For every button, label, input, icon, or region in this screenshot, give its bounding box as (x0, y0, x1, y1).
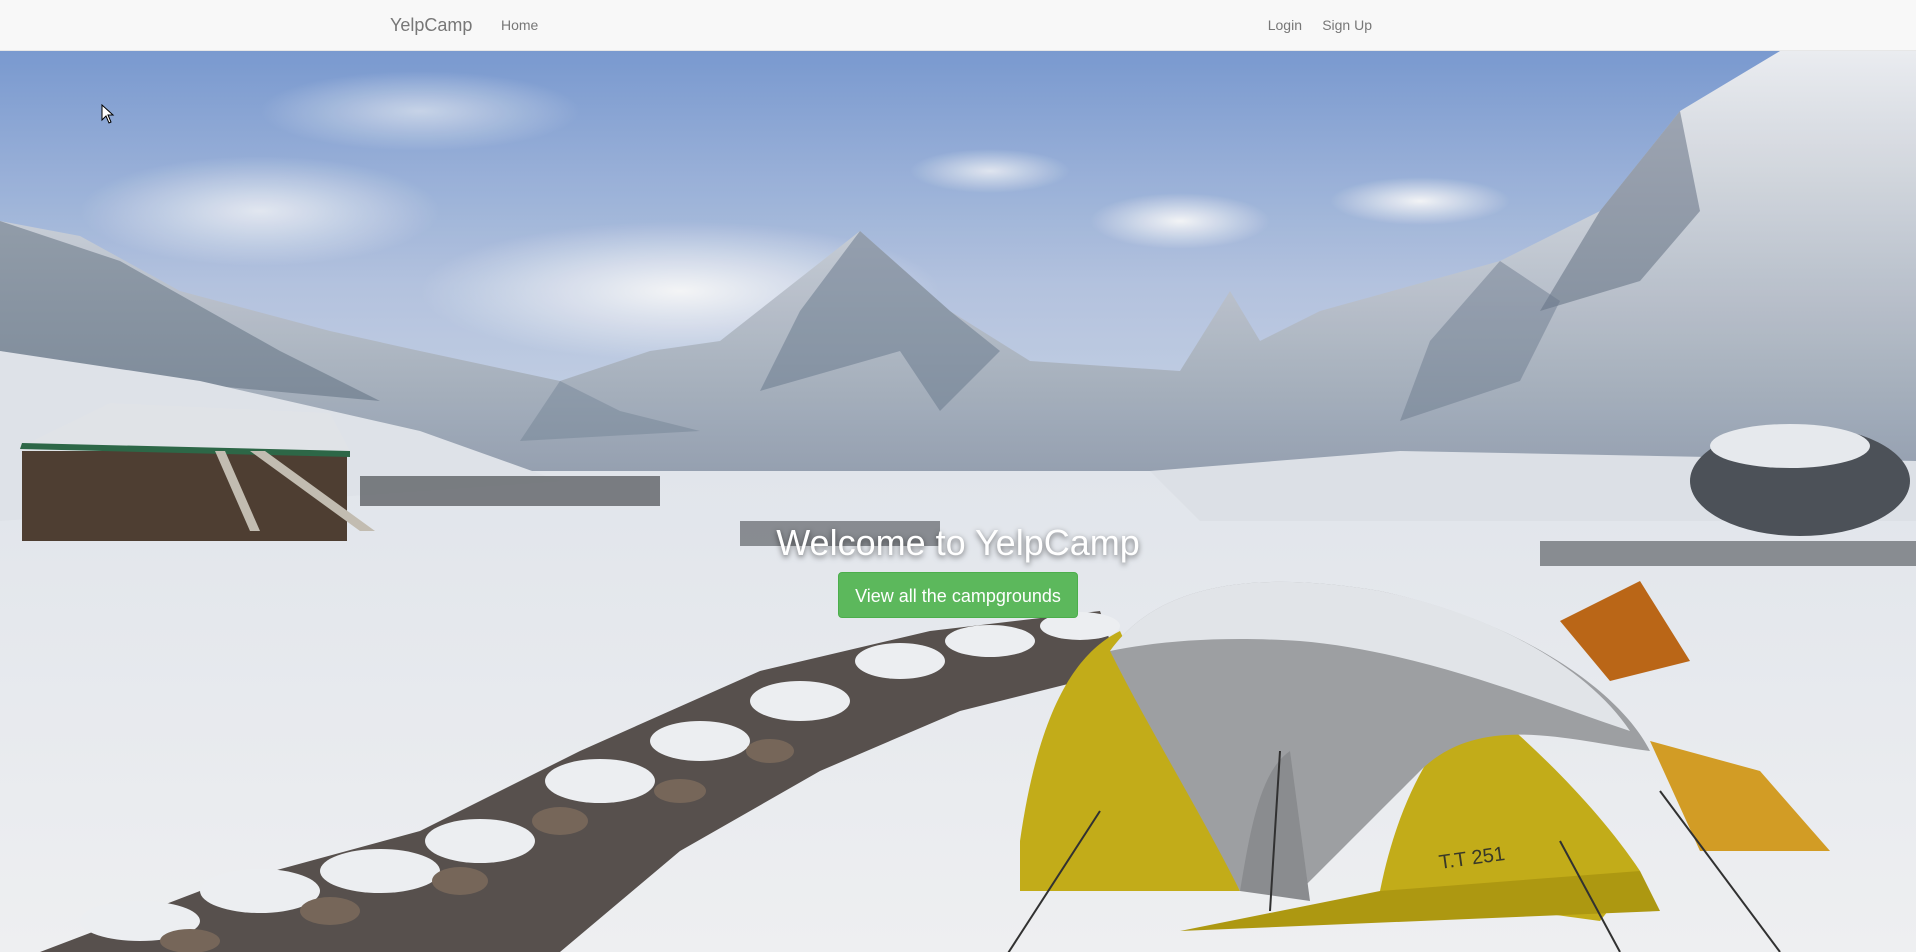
top-navbar: YelpCamp Home Login Sign Up (0, 0, 1916, 51)
hero-title: Welcome to YelpCamp (776, 522, 1140, 563)
navbar-container: YelpCamp Home Login Sign Up (374, 0, 1542, 50)
view-campgrounds-button[interactable]: View all the campgrounds (838, 572, 1078, 618)
hero-content: Welcome to YelpCamp View all the campgro… (0, 521, 1916, 618)
nav-home-link[interactable]: Home (501, 0, 538, 50)
hero-section: T.T 251 Welcome to YelpCamp View all the… (0, 51, 1916, 952)
mouse-cursor-icon (101, 104, 115, 124)
hero-background-image: T.T 251 (0, 51, 1916, 952)
brand-link[interactable]: YelpCamp (390, 0, 472, 50)
nav-signup-link[interactable]: Sign Up (1322, 0, 1372, 50)
nav-login-link[interactable]: Login (1268, 0, 1302, 50)
